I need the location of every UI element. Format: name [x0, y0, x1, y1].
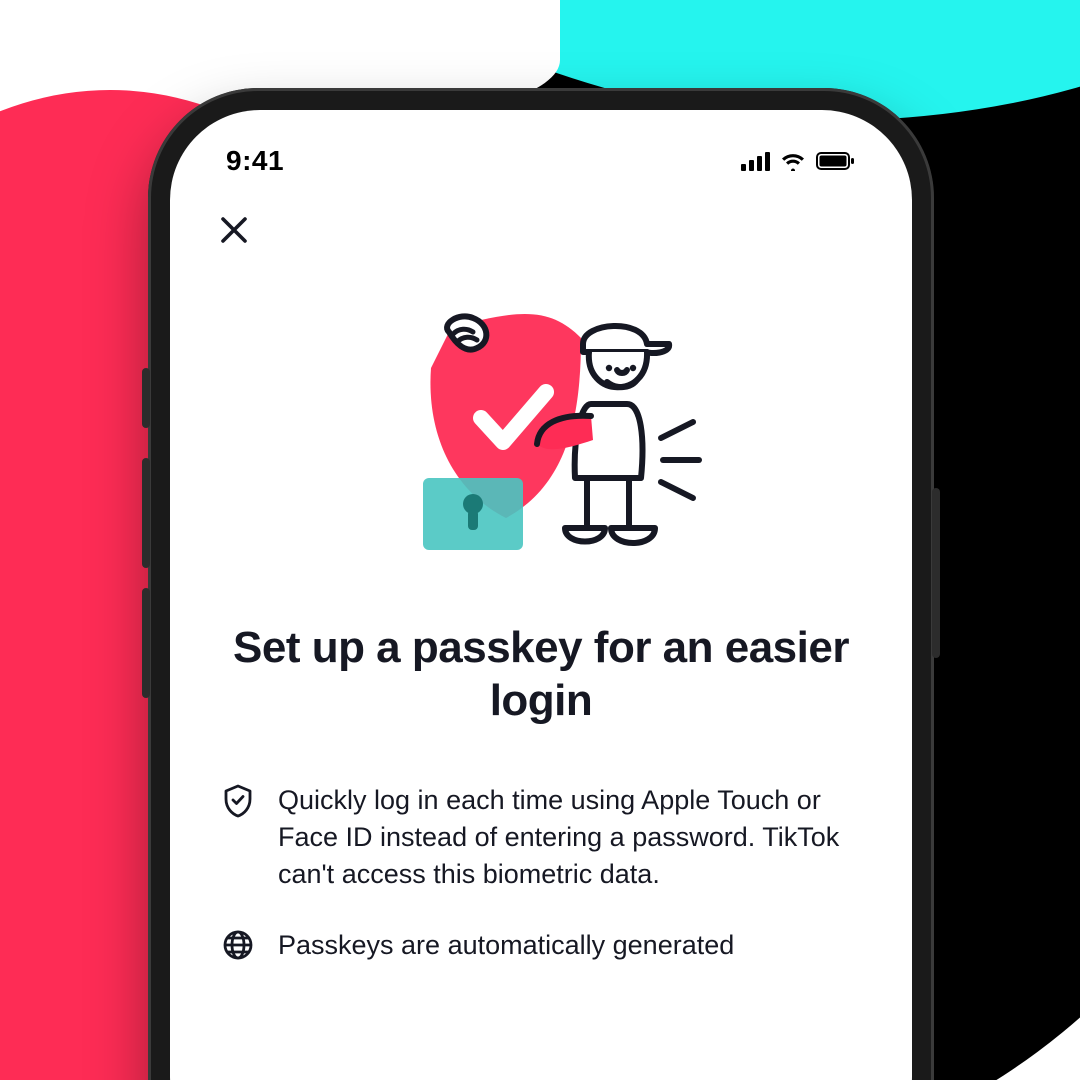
phone-mockup: 9:41 — [148, 88, 934, 1080]
close-button[interactable] — [216, 212, 252, 248]
phone-power-button — [932, 488, 940, 658]
phone-side-button — [142, 368, 150, 428]
app-content: Set up a passkey for an easier login Qui… — [170, 190, 912, 1080]
status-bar: 9:41 — [170, 110, 912, 190]
battery-icon — [816, 151, 856, 171]
status-time: 9:41 — [226, 145, 284, 177]
shield-check-icon — [220, 784, 256, 820]
bullet-text: Passkeys are automatically generated — [278, 927, 860, 964]
passkey-hero-illustration — [216, 288, 866, 588]
status-icons — [741, 151, 856, 171]
page-title: Set up a passkey for an easier login — [216, 622, 866, 728]
phone-volume-down — [142, 588, 150, 698]
close-icon — [219, 215, 249, 245]
bullet-list: Quickly log in each time using Apple Tou… — [216, 782, 866, 966]
phone-screen: 9:41 — [170, 110, 912, 1080]
bullet-text: Quickly log in each time using Apple Tou… — [278, 782, 860, 894]
bullet-item: Quickly log in each time using Apple Tou… — [220, 782, 860, 894]
phone-volume-up — [142, 458, 150, 568]
globe-icon — [220, 929, 256, 965]
cellular-icon — [741, 151, 770, 171]
wifi-icon — [780, 151, 806, 171]
bullet-item: Passkeys are automatically generated — [220, 927, 860, 965]
